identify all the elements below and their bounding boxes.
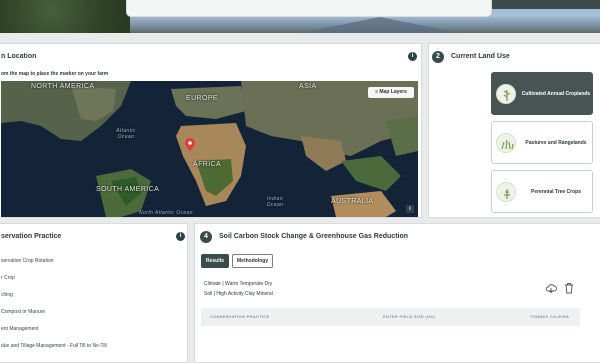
climate-value: Warm Temperate Dry [225,281,273,287]
pasture-icon [496,133,516,153]
map-label-africa: AFRICA [193,161,222,168]
land-option-cropland[interactable]: Cultivated Annual Croplands [491,72,593,115]
soil-row: Soil | High Activity Clay Mineral [204,291,273,297]
map-layers-button[interactable]: ≡ Map Layers [368,87,414,98]
practice-item[interactable]: due and Tillage Management - Full Till t… [1,343,107,349]
soil-value: High Activity Clay Mineral [216,291,273,297]
conservation-info-icon[interactable]: i [176,232,185,241]
location-instruction: om the map to place the marker on your f… [1,71,109,77]
map-layers-label: Map Layers [379,89,407,95]
practice-item[interactable]: r Crop [1,275,15,281]
hero-mountain [300,17,460,33]
tree-crop-icon [496,182,516,202]
land-option-label: Cultivated Annual Croplands [521,91,591,97]
step-number-4: 4 [200,231,212,243]
conservation-panel: servation Practice i servation Crop Rota… [0,223,188,363]
soil-carbon-title: Soil Carbon Stock Change & Greenhouse Ga… [219,233,409,240]
map-marker-icon[interactable] [185,138,195,151]
practice-item[interactable]: ent Management [1,326,39,332]
col-conservation-practice: CONSERVATION PRACTICE [210,314,270,319]
tab-results[interactable]: Results [201,254,230,268]
col-field-size: ENTER FIELD SIZE (HA) [383,314,436,319]
tab-methodology[interactable]: Methodology [232,254,274,268]
location-title: n Location [1,53,37,60]
map-label-australia: AUSTRALIA [331,198,374,205]
land-option-tree-crops[interactable]: Perennial Tree Crops [491,170,593,213]
step-number-2: 2 [432,51,444,63]
map-label-atlantic: Atlantic Ocean [116,128,136,140]
land-use-panel: 2 Current Land Use Cultivated Annual Cro… [428,43,600,218]
world-map[interactable]: NORTH AMERICA EUROPE ASIA AFRICA SOUTH A… [1,81,418,217]
land-option-pasture[interactable]: Pastures and Rangelands [491,121,593,164]
map-label-indian: Indian Ocean [266,196,284,208]
practice-item[interactable]: Compost or Manure [1,309,45,315]
col-tonnes: TONNES CO₂E/HA [530,314,570,319]
conservation-title: servation Practice [1,233,62,240]
climate-row: Climate | Warm Temperate Dry [204,281,272,287]
climate-label: Climate | [204,281,224,287]
map-label-europe: EUROPE [186,95,218,102]
location-info-icon[interactable]: i [408,52,417,61]
map-label-north-america: NORTH AMERICA [31,83,95,90]
map-attribution-icon[interactable]: i [406,205,414,213]
soil-carbon-panel: 4 Soil Carbon Stock Change & Greenhouse … [194,223,600,363]
cloud-download-icon[interactable] [545,283,557,294]
trash-icon[interactable] [564,282,574,294]
cropland-icon [496,84,516,104]
land-use-title: Current Land Use [451,53,510,60]
map-label-north-atlantic: North Atlantic Ocean [139,210,193,216]
map-label-asia: ASIA [299,83,317,90]
hero-top-band [492,0,600,9]
land-option-label: Pastures and Rangelands [525,140,587,146]
location-panel: n Location i om the map to place the mar… [0,43,422,218]
land-option-label: Perennial Tree Crops [530,189,582,195]
results-table-header: CONSERVATION PRACTICE ENTER FIELD SIZE (… [201,308,580,326]
practice-item[interactable]: ching [1,292,13,298]
map-label-south-america: SOUTH AMERICA [96,186,160,193]
hero-foliage [0,0,130,33]
hero-search-bar[interactable] [126,0,492,17]
practice-item[interactable]: servation Crop Rotation [1,258,54,264]
hero-banner [0,0,600,33]
soil-label: Soil | [204,291,216,297]
